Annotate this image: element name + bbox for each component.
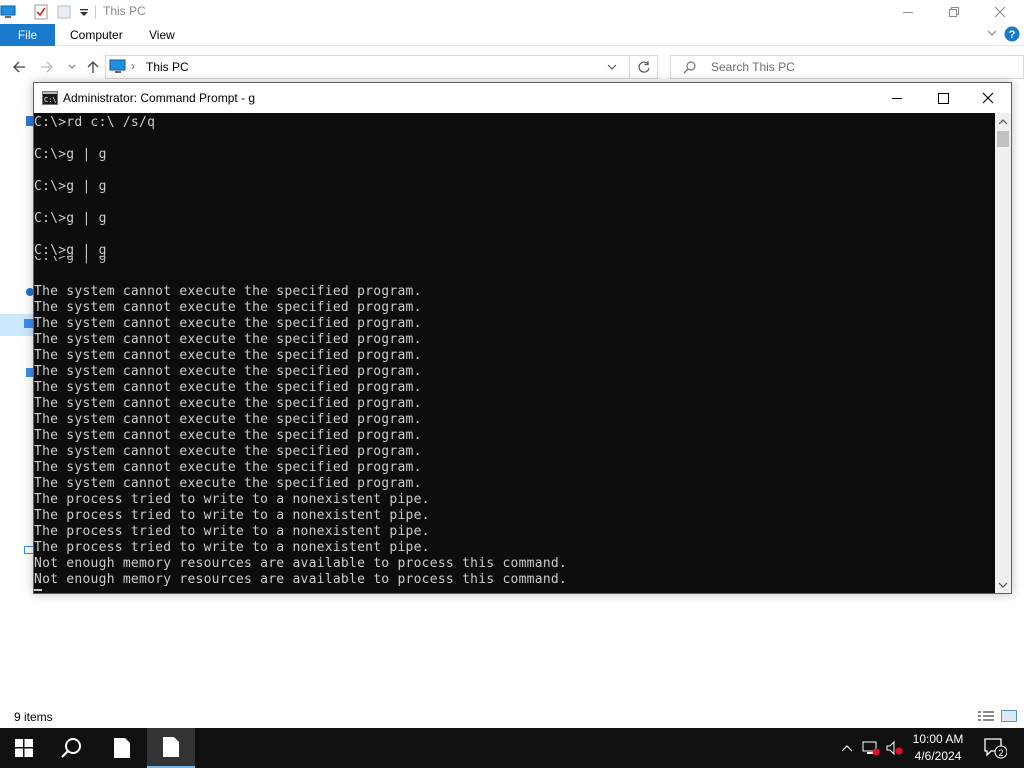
console-line: The process tried to write to a nonexist… [34, 492, 430, 507]
explorer-restore-button[interactable] [931, 0, 977, 24]
properties-icon[interactable] [33, 4, 49, 20]
console-line: C:\>g | g [34, 147, 107, 162]
console-scrollbar[interactable] [995, 113, 1011, 593]
minimize-icon [892, 98, 902, 99]
this-pc-icon [0, 4, 16, 20]
details-view-icon[interactable] [978, 710, 994, 725]
console-line: The system cannot execute the specified … [34, 396, 422, 411]
navigation-pane [0, 90, 34, 700]
clock-time: 10:00 AM [912, 732, 964, 746]
large-icons-view-icon[interactable] [1001, 710, 1017, 725]
command-prompt-window[interactable]: C:\ Administrator: Command Prompt - g C:… [33, 82, 1012, 594]
item-count: 9 items [14, 710, 53, 724]
taskbar-app-active[interactable] [147, 728, 195, 768]
scroll-up-icon[interactable] [998, 116, 1008, 130]
show-hidden-icons-button[interactable] [836, 728, 858, 768]
refresh-icon [637, 61, 650, 73]
ribbon-expand-icon[interactable] [986, 27, 998, 42]
status-bar: 9 items [0, 706, 1024, 728]
up-button[interactable] [83, 57, 103, 77]
maximize-icon [937, 92, 949, 104]
console-redraw-artifact: C:\>g | g [34, 256, 434, 264]
notification-count: 2 [998, 748, 1003, 758]
action-center-button[interactable]: 2 [978, 728, 1012, 768]
back-button[interactable] [9, 57, 29, 77]
breadcrumb-chevron-icon[interactable]: › [131, 59, 135, 73]
new-folder-icon[interactable] [56, 4, 72, 20]
console-line: C:\>g | g [34, 211, 107, 226]
cmd-close-button[interactable] [965, 83, 1011, 113]
console-line: The system cannot execute the specified … [34, 380, 422, 395]
console-line: The system cannot execute the specified … [34, 284, 422, 299]
network-tray-icon[interactable] [860, 728, 882, 768]
svg-text:?: ? [1009, 29, 1016, 41]
console-output[interactable]: C:\>rd c:\ /s/q C:\>g | g C:\>g | g C:\>g |… [34, 113, 995, 593]
search-icon [61, 738, 81, 758]
cmd-minimize-button[interactable] [874, 83, 920, 113]
console-line: The system cannot execute the specified … [34, 444, 422, 459]
breadcrumb[interactable]: This PC [146, 60, 189, 74]
notification-icon: 2 [984, 738, 1007, 759]
console-line: The system cannot execute the specified … [34, 460, 422, 475]
explorer-titlebar: This PC [0, 0, 1024, 24]
search-button[interactable] [48, 728, 96, 768]
console-line: The system cannot execute the specified … [34, 476, 422, 491]
refresh-button[interactable] [630, 55, 658, 79]
console-line: The system cannot execute the specified … [34, 316, 422, 331]
explorer-close-button[interactable] [977, 0, 1023, 24]
search-placeholder: Search This PC [711, 60, 795, 74]
tab-file[interactable]: File [0, 24, 55, 46]
volume-muted-icon[interactable] [884, 728, 906, 768]
tab-view[interactable]: View [149, 24, 175, 46]
search-input[interactable]: Search This PC [670, 55, 1024, 79]
console-line: The process tried to write to a nonexist… [34, 524, 430, 539]
recent-locations-icon[interactable] [62, 57, 82, 77]
taskbar: 10:00 AM 4/6/2024 2 [0, 728, 1024, 768]
clock-date: 4/6/2024 [914, 749, 962, 763]
document-icon [114, 738, 130, 758]
address-bar[interactable]: › This PC [105, 55, 630, 79]
console-line: The system cannot execute the specified … [34, 412, 422, 427]
document-icon [163, 737, 179, 757]
console-line: The process tried to write to a nonexist… [34, 508, 430, 523]
svg-text:C:\: C:\ [44, 96, 57, 104]
explorer-title: This PC [103, 4, 146, 18]
address-dropdown-icon[interactable] [606, 61, 618, 76]
tab-computer[interactable]: Computer [70, 24, 123, 46]
console-line: The system cannot execute the specified … [34, 300, 422, 315]
chevron-up-icon [841, 745, 853, 752]
scroll-down-icon[interactable] [998, 579, 1008, 593]
console-line: Not enough memory resources are availabl… [34, 556, 568, 571]
cmd-titlebar[interactable]: C:\ Administrator: Command Prompt - g [34, 83, 1011, 113]
windows-icon [15, 739, 33, 757]
quick-access-dropdown-icon[interactable] [76, 4, 92, 20]
clock[interactable]: 10:00 AM 4/6/2024 [905, 731, 971, 765]
close-icon [982, 92, 994, 104]
console-line: The system cannot execute the specified … [34, 364, 422, 379]
ribbon-tabs: File Computer View ? [0, 24, 1024, 46]
console-line: The process tried to write to a nonexist… [34, 540, 430, 555]
taskbar-app-document[interactable] [98, 728, 146, 768]
start-button[interactable] [0, 728, 48, 768]
console-line: The system cannot execute the specified … [34, 332, 422, 347]
search-icon [683, 60, 697, 77]
console-line: C:\>rd c:\ /s/q [34, 115, 156, 130]
console-line: The system cannot execute the specified … [34, 428, 422, 443]
explorer-minimize-button[interactable] [885, 0, 931, 24]
console-line: Not enough memory resources are availabl… [34, 572, 568, 587]
cmd-app-icon[interactable]: C:\ [42, 91, 58, 108]
titlebar-separator [95, 5, 96, 19]
forward-button[interactable] [37, 57, 57, 77]
cmd-maximize-button[interactable] [920, 83, 966, 113]
help-icon[interactable]: ? [1004, 26, 1020, 45]
console-line: The system cannot execute the specified … [34, 348, 422, 363]
cmd-title: Administrator: Command Prompt - g [63, 91, 256, 105]
console-cursor [34, 589, 42, 591]
console-ghost-line: C:\>g | g [34, 256, 107, 264]
console-line: C:\>g | g [34, 179, 107, 194]
this-pc-icon [109, 59, 127, 78]
scrollbar-thumb[interactable] [997, 131, 1009, 147]
